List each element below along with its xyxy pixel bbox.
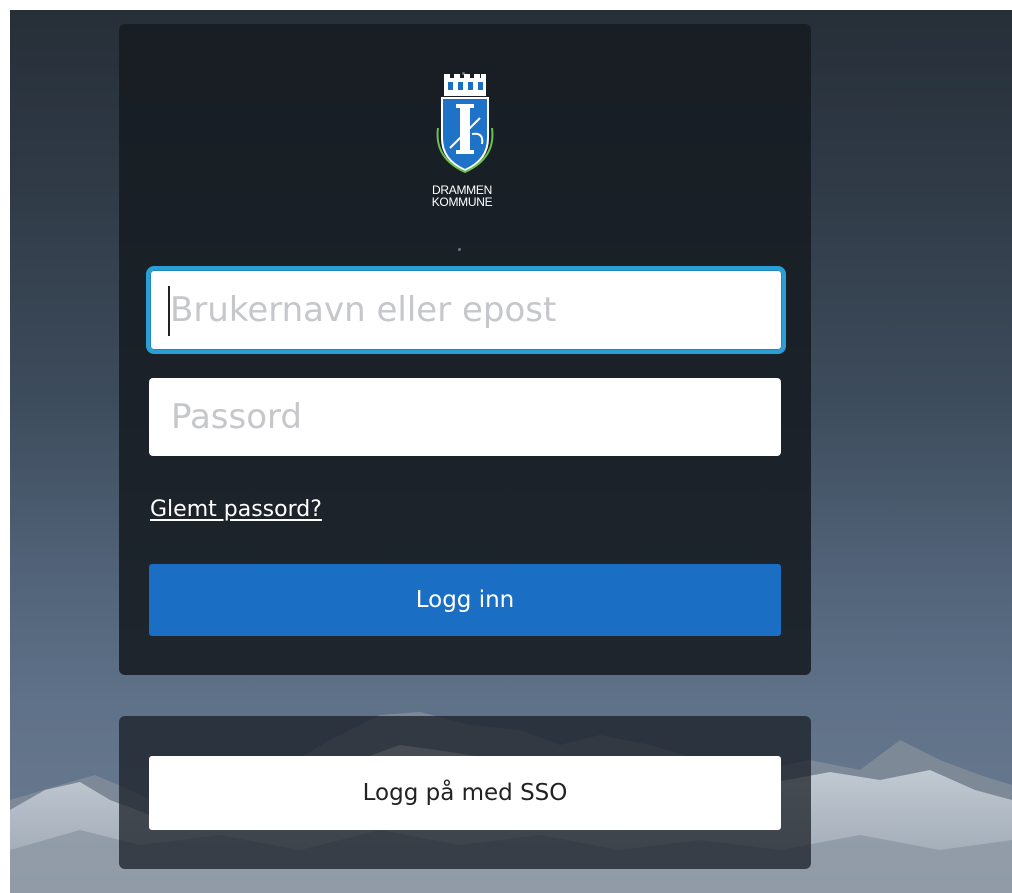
password-input[interactable] — [149, 378, 781, 456]
sso-login-button[interactable]: Logg på med SSO — [149, 756, 781, 830]
logo-wordmark: DRAMMEN KOMMUNE — [412, 184, 512, 208]
drammen-coat-of-arms-icon — [436, 74, 494, 174]
forgot-password-link[interactable]: Glemt passord? — [150, 497, 322, 522]
username-input[interactable] — [146, 266, 786, 354]
logo-line-2: KOMMUNE — [431, 195, 493, 209]
drammen-kommune-logo: DRAMMEN KOMMUNE — [412, 68, 522, 258]
text-caret — [168, 286, 170, 336]
login-button[interactable]: Logg inn — [149, 564, 781, 636]
